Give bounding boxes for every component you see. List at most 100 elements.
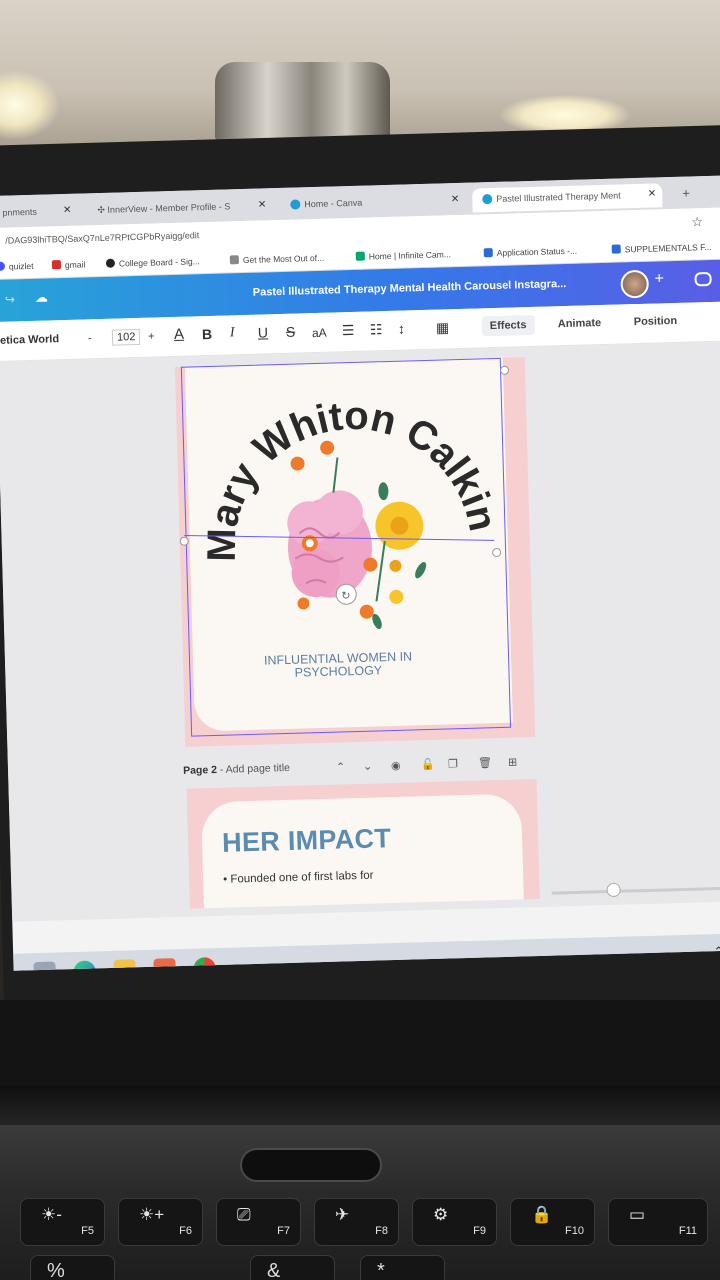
design-page-2[interactable]: HER IMPACT • Founded one of first labs f… — [186, 779, 540, 909]
key-f8[interactable]: ✈ F8 — [314, 1198, 399, 1246]
college-board-icon — [105, 258, 116, 268]
task-view-icon[interactable] — [33, 961, 57, 971]
animate-button[interactable]: Animate — [550, 313, 610, 335]
case-icon[interactable]: aA — [312, 326, 327, 340]
bookmark-label: College Board - Sig... — [118, 256, 200, 269]
url-text[interactable]: /DAG93lhiTBQ/SaxQ7nLe7RPtCGPbRyaigg/edit — [5, 230, 199, 245]
key-ampersand[interactable]: & — [250, 1255, 335, 1280]
browser-tab[interactable]: ✣ InnerView - Member Profile - S ✕ — [87, 194, 273, 223]
canva-icon — [482, 194, 493, 205]
gmail-icon — [51, 260, 62, 270]
position-button[interactable]: Position — [625, 311, 685, 333]
key-label: F11 — [678, 1225, 697, 1237]
cloud-save-icon[interactable]: ☁ — [35, 289, 48, 305]
key-label: F7 — [277, 1225, 290, 1237]
add-page-icon[interactable]: ⊞ — [508, 756, 518, 769]
strikethrough-icon[interactable]: S — [286, 324, 296, 340]
bookmark-label: gmail — [64, 259, 86, 270]
italic-icon[interactable]: I — [230, 325, 235, 341]
page-number: Page 2 — [182, 763, 218, 777]
key-f7[interactable]: ⎚ F7 — [216, 1198, 301, 1246]
redo-icon[interactable]: ↪ — [5, 292, 15, 306]
effects-button[interactable]: Effects — [481, 314, 535, 337]
key-f10[interactable]: 🔒 F10 — [510, 1198, 595, 1246]
spacing-icon[interactable]: ↕ — [398, 321, 405, 337]
new-tab-button[interactable]: + — [672, 179, 700, 204]
innerview-icon: ✣ — [97, 204, 108, 216]
bookmark-supplementals[interactable]: SUPPLEMENTALS F... — [611, 241, 712, 255]
tab-label: Pastel Illustrated Therapy Ment — [496, 190, 621, 204]
align-center-icon[interactable]: ☰ — [342, 322, 355, 339]
zoom-slider-knob[interactable] — [606, 882, 621, 898]
lock-icon: 🔒 — [531, 1205, 553, 1224]
transparency-icon[interactable]: ▦ — [436, 319, 450, 336]
browser-tab[interactable]: Home - Canva ✕ — [280, 189, 466, 218]
tab-label: Home - Canva — [304, 197, 363, 210]
quizlet-icon — [0, 261, 6, 271]
design-page-1[interactable]: Mary Whiton Calkins ↻ INFLUENTIAL WOMEN … — [174, 357, 536, 747]
bookmark-label: Application Status -... — [496, 245, 578, 258]
bold-icon[interactable]: B — [202, 326, 213, 342]
bookmark-quizlet[interactable]: quizlet — [0, 261, 34, 272]
avatar[interactable] — [620, 269, 650, 299]
bookmark-label: SUPPLEMENTALS F... — [624, 241, 712, 255]
laptop-screen: pnments ✕ ✣ InnerView - Member Profile - … — [0, 175, 720, 971]
key-f5[interactable]: ☀- F5 — [20, 1198, 105, 1246]
chevron-up-icon[interactable]: ⌃ — [336, 760, 346, 773]
share-plus-button[interactable]: + — [654, 270, 664, 288]
tab-label: pnments — [2, 206, 38, 218]
bookmark-label: Home | Infinite Cam... — [368, 249, 451, 262]
key-f6[interactable]: ☀+ F6 — [118, 1198, 203, 1246]
lock-icon[interactable]: 🔓 — [421, 758, 435, 771]
bookmark-star-icon[interactable]: ☆ — [691, 214, 703, 230]
bookmark-label: quizlet — [8, 260, 34, 272]
browser-tab-active[interactable]: Pastel Illustrated Therapy Ment ✕ — [471, 183, 663, 213]
page-2-heading[interactable]: HER IMPACT — [222, 823, 392, 859]
canva-icon — [290, 199, 301, 210]
key-f11[interactable]: ▭ F11 — [608, 1198, 708, 1246]
duplicate-icon[interactable]: ❐ — [448, 757, 458, 770]
close-icon[interactable]: ✕ — [258, 199, 267, 210]
text-color-icon[interactable]: A — [174, 326, 184, 343]
key-f9[interactable]: ⚙ F9 — [412, 1198, 497, 1246]
key-label: F10 — [565, 1225, 584, 1237]
infinite-campus-icon — [355, 251, 365, 261]
trash-icon[interactable]: 🗑 — [478, 756, 492, 769]
font-family-select[interactable]: etica World — [0, 333, 59, 347]
bookmark-get-most-out[interactable]: Get the Most Out of... — [229, 252, 325, 266]
bookmark-application-status[interactable]: Application Status -... — [483, 245, 578, 259]
page-title-input[interactable]: - Add page title — [217, 762, 290, 776]
canvas-workspace: Mary Whiton Calkins ↻ INFLUENTIAL WOMEN … — [0, 341, 720, 922]
font-size-input[interactable]: 102 — [111, 328, 141, 346]
close-icon[interactable]: ✕ — [451, 194, 460, 205]
key-label: F9 — [473, 1225, 486, 1237]
key-asterisk[interactable]: * — [360, 1255, 445, 1280]
key-percent[interactable]: % — [30, 1255, 115, 1280]
display-icon: ⎚ — [237, 1205, 251, 1224]
close-icon[interactable]: ✕ — [648, 188, 657, 199]
shield-icon — [229, 255, 239, 265]
key-label: F8 — [375, 1225, 388, 1237]
keyboard-backlight-icon: ▭ — [629, 1205, 646, 1224]
key-label: F5 — [81, 1225, 94, 1237]
docs-icon — [611, 244, 621, 254]
underline-icon[interactable]: U — [258, 324, 269, 340]
font-size-decrease[interactable]: - — [88, 332, 92, 344]
selection-guide — [183, 535, 495, 566]
comment-icon[interactable] — [694, 271, 712, 287]
design-title[interactable]: Pastel Illustrated Therapy Mental Health… — [253, 278, 567, 299]
settings-icon: ⚙ — [433, 1205, 449, 1224]
brightness-up-icon: ☀+ — [139, 1205, 165, 1224]
chevron-down-icon[interactable]: ⌄ — [363, 760, 373, 773]
webcam — [215, 62, 390, 142]
bookmark-college-board[interactable]: College Board - Sig... — [105, 256, 200, 269]
bookmark-infinite-campus[interactable]: Home | Infinite Cam... — [355, 249, 451, 262]
font-size-increase[interactable]: + — [148, 331, 155, 343]
zoom-slider-track[interactable] — [551, 886, 720, 895]
browser-tab[interactable]: pnments ✕ — [0, 200, 78, 226]
close-icon[interactable]: ✕ — [63, 205, 72, 216]
bookmark-gmail[interactable]: gmail — [51, 259, 86, 270]
hide-icon[interactable]: ◉ — [391, 759, 401, 772]
bookmark-label: Get the Most Out of... — [242, 252, 325, 266]
list-icon[interactable]: ☷ — [370, 321, 383, 338]
